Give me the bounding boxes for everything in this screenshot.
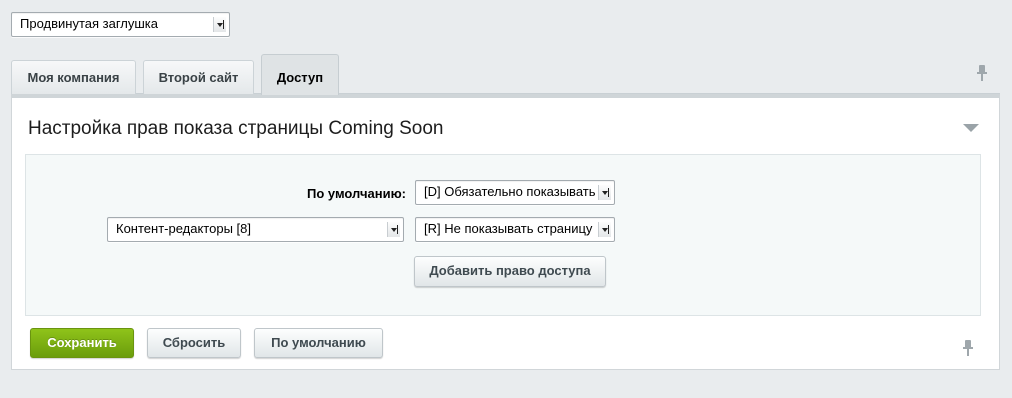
default-access-label: По умолчанию: <box>307 186 407 201</box>
collapse-icon[interactable] <box>963 124 979 132</box>
chevron-down-icon <box>598 185 611 200</box>
group-access-value: [R] Не показывать страницу <box>424 221 593 236</box>
tab-second-site[interactable]: Второй сайт <box>143 60 254 94</box>
site-template-select[interactable]: Продвинутая заглушка <box>11 12 230 37</box>
user-group-value: Контент-редакторы [8] <box>116 221 251 236</box>
chevron-down-icon <box>387 222 400 237</box>
site-template-select-value: Продвинутая заглушка <box>20 16 159 31</box>
access-panel: Настройка прав показа страницы Coming So… <box>11 94 1000 370</box>
reset-button[interactable]: Сбросить <box>147 328 241 358</box>
pin-icon[interactable] <box>963 340 973 356</box>
user-group-select[interactable]: Контент-редакторы [8] <box>107 217 404 242</box>
tab-label: Второй сайт <box>158 70 239 85</box>
tab-label: Моя компания <box>27 70 120 85</box>
default-button[interactable]: По умолчанию <box>254 328 383 358</box>
pin-icon[interactable] <box>977 65 987 81</box>
tab-my-company[interactable]: Моя компания <box>11 60 136 94</box>
save-button[interactable]: Сохранить <box>30 328 134 358</box>
default-access-value: [D] Обязательно показывать <box>424 184 596 199</box>
chevron-down-icon <box>213 17 226 32</box>
tab-access[interactable]: Доступ <box>261 54 339 95</box>
panel-title: Настройка прав показа страницы Coming So… <box>28 118 444 139</box>
access-settings-box: По умолчанию: [D] Обязательно показывать… <box>25 154 981 316</box>
group-access-select[interactable]: [R] Не показывать страницу <box>415 217 615 242</box>
chevron-down-icon <box>598 222 611 237</box>
default-access-select[interactable]: [D] Обязательно показывать <box>415 180 615 205</box>
add-access-right-button[interactable]: Добавить право доступа <box>414 256 606 287</box>
tab-label: Доступ <box>276 70 324 85</box>
